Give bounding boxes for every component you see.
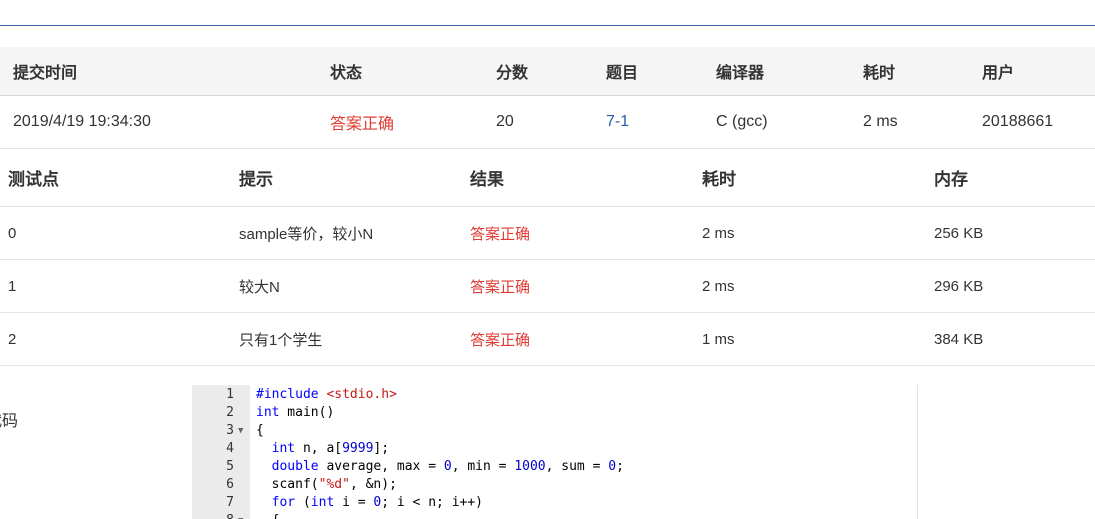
col-result: 结果 (470, 170, 504, 189)
code-line: 5 double average, max = 0, min = 1000, s… (192, 458, 917, 476)
line-number: 6 (226, 477, 234, 492)
submission-table-header: 提交时间 状态 分数 题目 编译器 耗时 用户 (0, 47, 1095, 96)
testpoint-id: 2 (8, 330, 17, 348)
line-number: 5 (226, 459, 234, 474)
col-compiler: 编译器 (716, 65, 765, 82)
col-hint: 提示 (239, 170, 273, 189)
col-time: 耗时 (702, 170, 736, 189)
testpoint-hint: 较大N (239, 278, 280, 296)
code-line: 6 scanf("%d", &n); (192, 476, 917, 494)
col-elapsed: 耗时 (863, 65, 896, 82)
testpoint-time: 1 ms (702, 330, 735, 348)
score-value: 20 (496, 113, 514, 130)
header-divider (0, 25, 1095, 26)
line-number: 1 (226, 387, 234, 402)
col-submit-time: 提交时间 (13, 65, 78, 82)
code-line: 1 #include <stdio.h> (192, 386, 917, 404)
testpoint-memory: 384 KB (934, 330, 984, 348)
fold-arrow-icon[interactable]: ▼ (238, 512, 243, 519)
col-memory: 内存 (934, 170, 968, 189)
user-value: 20188661 (982, 113, 1054, 130)
col-score: 分数 (496, 65, 529, 82)
col-status: 状态 (330, 65, 363, 82)
table-row: 2 只有1个学生 答案正确 1 ms 384 KB (0, 313, 1095, 366)
testpoint-result: 答案正确 (470, 225, 531, 243)
fold-arrow-icon[interactable]: ▼ (238, 422, 243, 440)
code-line: 8 ▼ { (192, 512, 917, 519)
elapsed-value: 2 ms (863, 113, 898, 130)
col-testpoint: 测试点 (8, 170, 59, 189)
testpoint-result: 答案正确 (470, 331, 531, 349)
testpoint-table-header: 测试点 提示 结果 耗时 内存 (0, 149, 1095, 208)
testpoint-time: 2 ms (702, 224, 735, 242)
testpoint-time: 2 ms (702, 277, 735, 295)
table-row: 1 较大N 答案正确 2 ms 296 KB (0, 260, 1095, 313)
col-problem: 题目 (606, 65, 639, 82)
submit-time: 2019/4/19 19:34:30 (13, 113, 151, 130)
code-line: 2 int main() (192, 404, 917, 422)
line-number: 2 (226, 405, 234, 420)
submission-row: 2019/4/19 19:34:30 答案正确 20 7-1 C (gcc) 2… (0, 96, 1095, 149)
testpoint-hint: 只有1个学生 (239, 331, 323, 349)
testpoint-hint: sample等价，较小N (239, 225, 374, 243)
testpoint-memory: 296 KB (934, 277, 984, 295)
col-user: 用户 (982, 65, 1015, 82)
code-line: 7 for (int i = 0; i < n; i++) (192, 494, 917, 512)
compiler-value: C (gcc) (716, 113, 768, 130)
code-line: 3 ▼ { (192, 422, 917, 440)
line-number: 4 (226, 441, 234, 456)
code-section-label: 代码 (0, 413, 19, 430)
testpoint-memory: 256 KB (934, 224, 984, 242)
problem-link[interactable]: 7-1 (606, 96, 629, 148)
table-row: 0 sample等价，较小N 答案正确 2 ms 256 KB (0, 207, 1095, 260)
testpoint-result: 答案正确 (470, 278, 531, 296)
code-line: 4 int n, a[9999]; (192, 440, 917, 458)
line-number: 3 (226, 423, 234, 438)
line-number: 8 (192, 512, 234, 519)
code-editor[interactable]: 1 #include <stdio.h> 2 int main() 3 ▼ { … (192, 385, 918, 519)
testpoint-id: 1 (8, 277, 17, 295)
line-number: 7 (226, 495, 234, 510)
status-badge: 答案正确 (330, 116, 395, 133)
testpoint-id: 0 (8, 224, 17, 242)
